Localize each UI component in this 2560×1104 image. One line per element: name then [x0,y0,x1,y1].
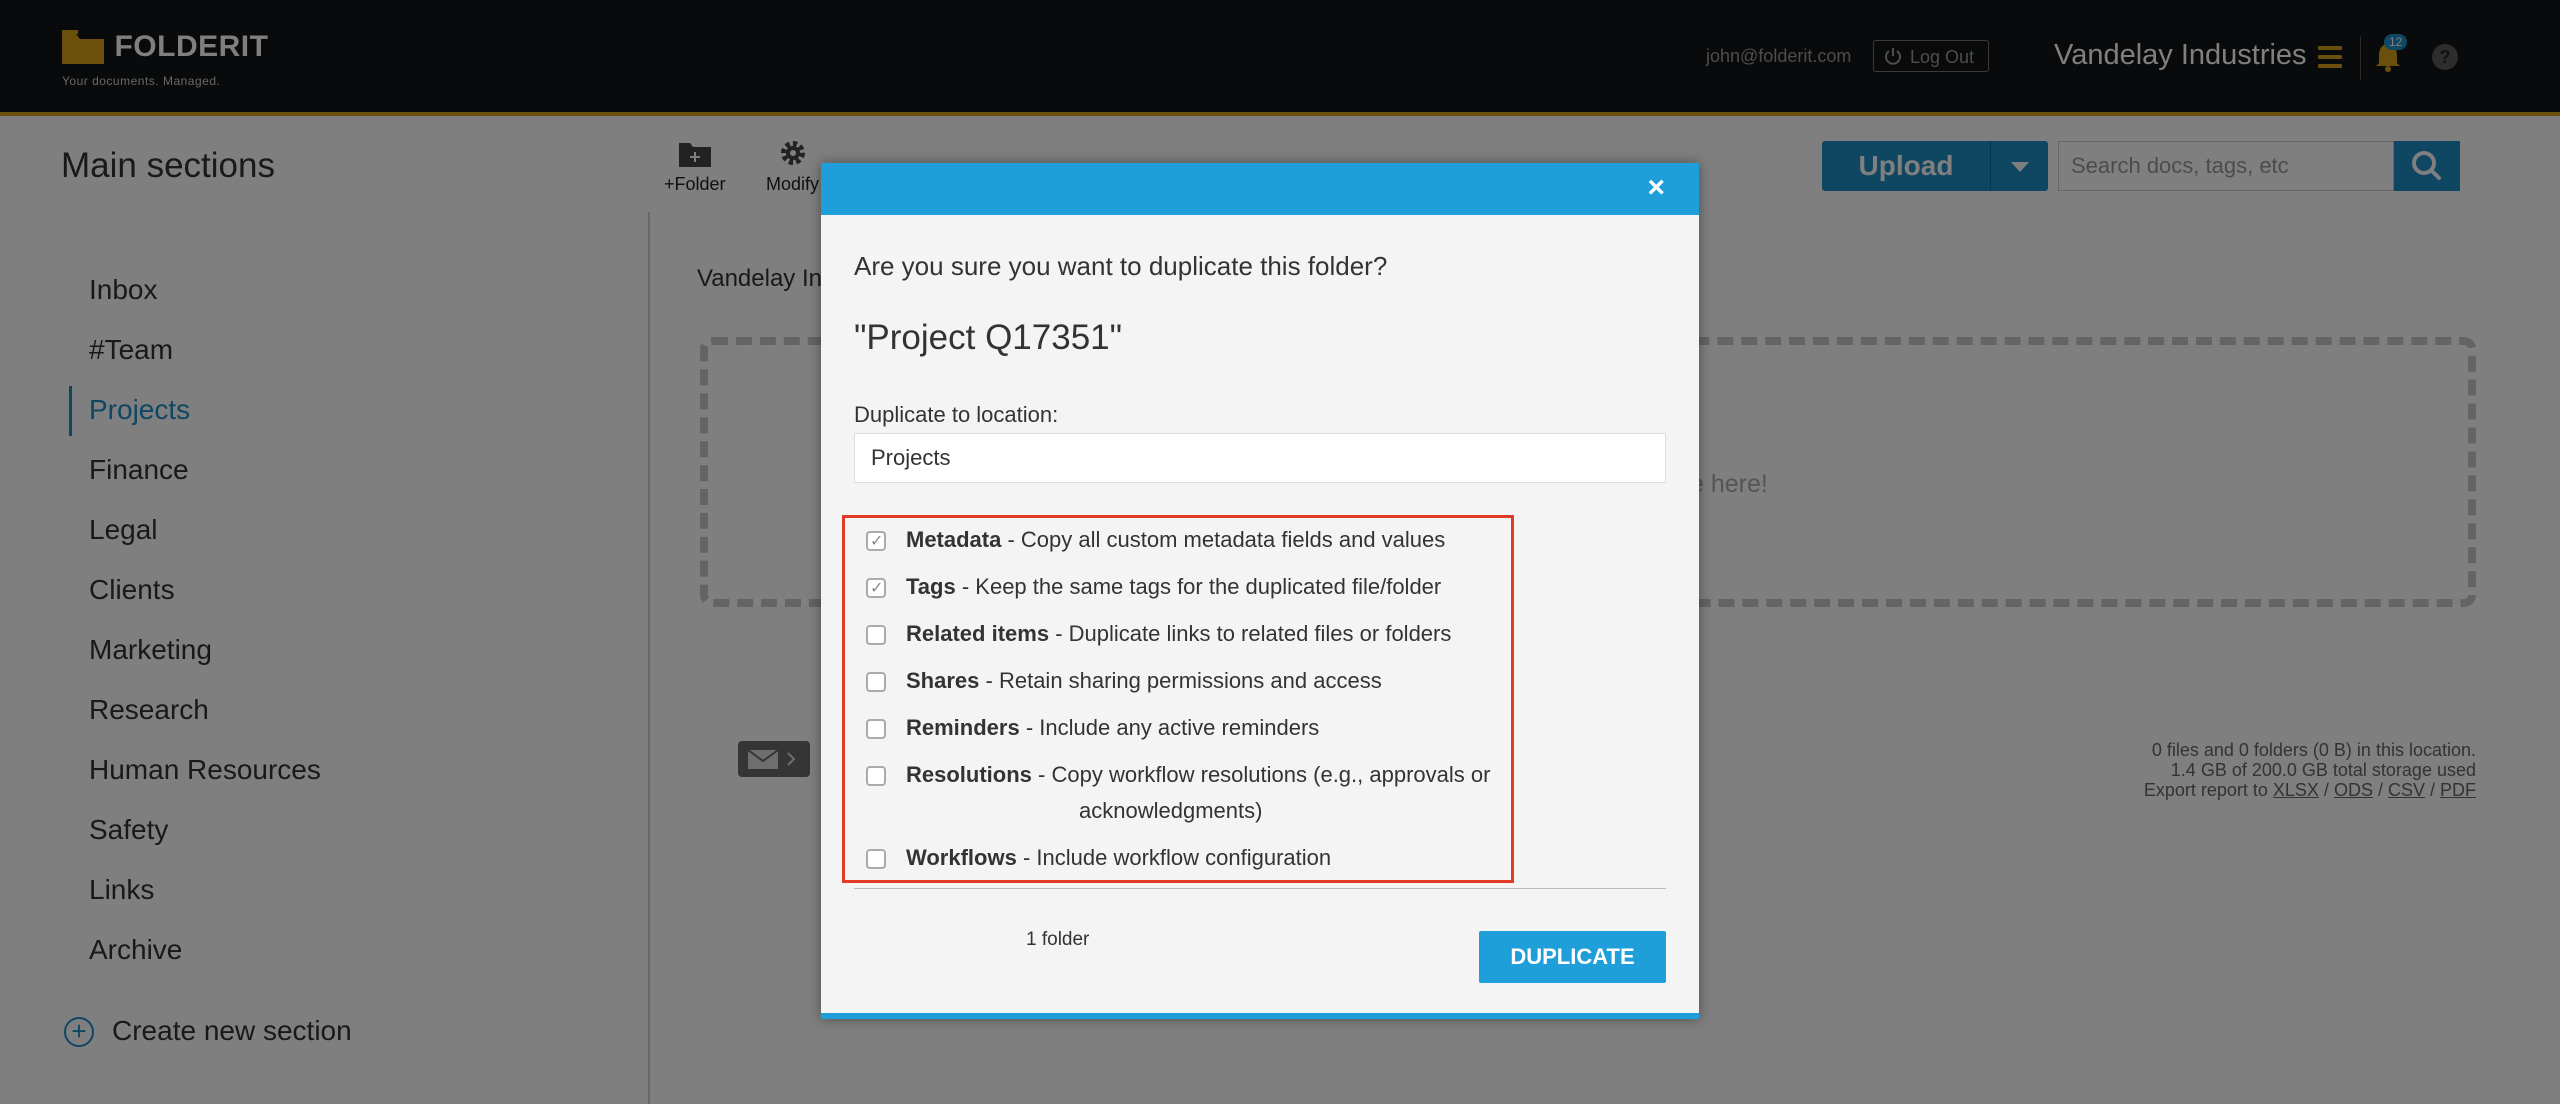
option-name: Workflows [906,845,1017,870]
dialog-question: Are you sure you want to duplicate this … [854,251,1388,281]
dialog-footer-bar [821,1013,1699,1019]
option-name: Metadata [906,527,1002,552]
reminders-checkbox[interactable] [866,719,886,739]
option-desc: - Keep the same tags for the duplicated … [961,574,1442,599]
folder-name: "Project Q17351" [854,318,1123,357]
option-desc: - Include any active reminders [1025,715,1320,740]
resolutions-checkbox[interactable] [866,766,886,786]
location-label: Duplicate to location: [854,402,1059,427]
option-desc: - Copy all custom metadata fields and va… [1007,527,1446,552]
dialog-header: × [821,163,1699,215]
related-items-checkbox[interactable] [866,625,886,645]
tags-checkbox[interactable] [866,571,886,607]
workflows-checkbox[interactable] [866,849,886,869]
metadata-checkbox[interactable] [866,524,886,560]
option-name: Tags [906,574,956,599]
option-desc: - Copy workflow resolutions (e.g., appro… [1038,762,1491,787]
duplicate-button[interactable]: DUPLICATE [1479,931,1666,983]
option-desc-continued: acknowledgments) [1079,798,1263,823]
option-desc: - Retain sharing permissions and access [985,668,1382,693]
option-name: Related items [906,621,1050,646]
option-name: Reminders [906,715,1020,740]
divider [854,888,1666,889]
option-name: Shares [906,668,980,693]
duplicate-dialog: × Are you sure you want to duplicate thi… [821,163,1699,1019]
item-count: 1 folder [1026,929,1090,950]
option-desc: - Duplicate links to related files or fo… [1055,621,1452,646]
location-field[interactable]: Projects [854,433,1666,483]
shares-checkbox[interactable] [866,672,886,692]
option-name: Resolutions [906,762,1032,787]
option-desc: - Include workflow configuration [1022,845,1332,870]
close-icon[interactable]: × [1647,173,1665,203]
